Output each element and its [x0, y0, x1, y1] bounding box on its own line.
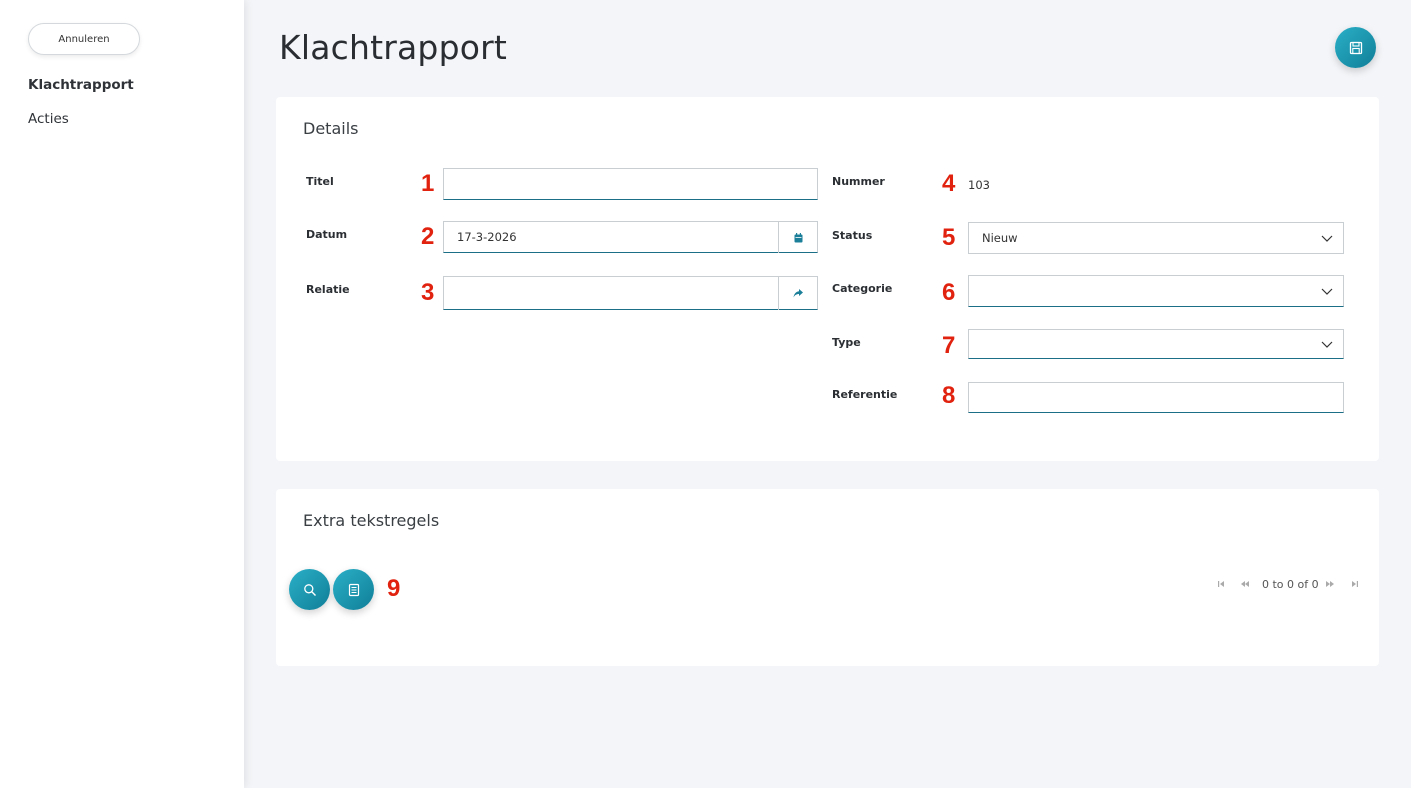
- marker-1: 1: [421, 170, 435, 197]
- cancel-button[interactable]: Annuleren: [28, 23, 140, 55]
- relatie-label: Relatie: [306, 283, 350, 296]
- datum-label: Datum: [306, 228, 348, 241]
- referentie-label: Referentie: [832, 388, 898, 401]
- nummer-label: Nummer: [832, 175, 885, 188]
- search-button[interactable]: [289, 569, 330, 610]
- document-icon: [348, 583, 359, 596]
- status-label: Status: [832, 229, 873, 242]
- categorie-select[interactable]: [968, 275, 1344, 307]
- relatie-input[interactable]: [443, 276, 818, 310]
- sidebar: Annuleren Klachtrapport Acties: [0, 0, 244, 788]
- sidebar-item-acties[interactable]: Acties: [28, 111, 69, 127]
- calendar-button[interactable]: [778, 222, 817, 253]
- extra-card: Extra tekstregels 9 0 to 0 of 0: [276, 489, 1379, 666]
- chevron-down-icon: [1321, 288, 1333, 295]
- share-arrow-icon: [793, 289, 803, 298]
- marker-7: 7: [942, 332, 956, 359]
- relatie-open-button[interactable]: [778, 277, 817, 310]
- chevron-down-icon: [1321, 235, 1333, 242]
- calendar-icon: [794, 232, 802, 242]
- prev-page-icon[interactable]: [1239, 578, 1251, 590]
- pager-text: 0 to 0 of 0: [1262, 578, 1319, 591]
- datum-value: 17-3-2026: [457, 230, 517, 244]
- status-select[interactable]: Nieuw: [968, 222, 1344, 254]
- nummer-value: 103: [968, 178, 990, 192]
- datum-input[interactable]: 17-3-2026: [443, 221, 818, 253]
- marker-8: 8: [942, 382, 956, 409]
- next-page-icon[interactable]: [1324, 578, 1336, 590]
- marker-5: 5: [942, 224, 956, 251]
- save-icon: [1349, 41, 1362, 54]
- marker-4: 4: [942, 170, 956, 197]
- marker-3: 3: [421, 279, 435, 306]
- type-select[interactable]: [968, 329, 1344, 359]
- categorie-label: Categorie: [832, 282, 893, 295]
- first-page-icon[interactable]: [1215, 578, 1227, 590]
- save-button[interactable]: [1335, 27, 1376, 68]
- status-value: Nieuw: [982, 231, 1018, 245]
- titel-label: Titel: [306, 175, 334, 188]
- marker-2: 2: [421, 223, 435, 250]
- marker-9: 9: [387, 575, 401, 602]
- search-icon: [303, 583, 316, 596]
- details-card: Details Titel 1 Datum 2 17-3-2026 Relati…: [276, 97, 1379, 461]
- chevron-down-icon: [1321, 341, 1333, 348]
- titel-input[interactable]: [443, 168, 818, 200]
- type-label: Type: [832, 336, 861, 349]
- sidebar-item-klachtrapport[interactable]: Klachtrapport: [28, 77, 134, 93]
- page-title: Klachtrapport: [279, 28, 508, 67]
- extra-title: Extra tekstregels: [303, 511, 440, 530]
- referentie-input[interactable]: [968, 382, 1344, 413]
- last-page-icon[interactable]: [1349, 578, 1361, 590]
- details-title: Details: [303, 119, 359, 138]
- document-button[interactable]: [333, 569, 374, 610]
- marker-6: 6: [942, 279, 956, 306]
